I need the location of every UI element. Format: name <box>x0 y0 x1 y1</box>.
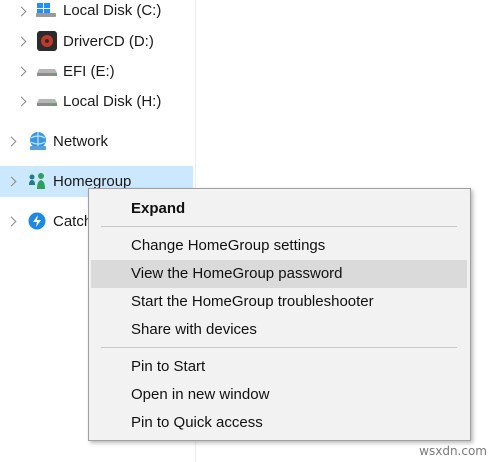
chevron-right-icon[interactable] <box>16 66 27 77</box>
tree-item-label: Local Disk (C:) <box>63 2 162 19</box>
menu-item-pin-to-quick-access[interactable]: Pin to Quick access <box>91 409 467 437</box>
tree-item-local-disk-h[interactable]: Local Disk (H:) <box>0 87 195 117</box>
tree-item-efi-e[interactable]: EFI (E:) <box>0 57 195 87</box>
chevron-right-icon[interactable] <box>6 216 17 227</box>
network-icon <box>30 132 46 150</box>
menu-item-change-homegroup-settings[interactable]: Change HomeGroup settings <box>91 232 467 260</box>
menu-item-share-with-devices[interactable]: Share with devices <box>91 316 467 344</box>
tree-item-drivercd-d[interactable]: DriverCD (D:) <box>0 27 195 57</box>
menu-item-label: Pin to Start <box>131 358 206 375</box>
homegroup-icon <box>29 173 45 189</box>
menu-item-label: Change HomeGroup settings <box>131 237 326 254</box>
menu-item-start-troubleshooter[interactable]: Start the HomeGroup troubleshooter <box>91 288 467 316</box>
menu-item-label: Start the HomeGroup troubleshooter <box>131 293 374 310</box>
chevron-right-icon[interactable] <box>16 36 27 47</box>
tree-item-label: DriverCD (D:) <box>63 33 154 50</box>
menu-item-label: Share with devices <box>131 321 257 338</box>
context-menu: Expand Change HomeGroup settings View th… <box>88 188 471 441</box>
catch-icon <box>28 212 46 230</box>
menu-item-expand[interactable]: Expand <box>91 195 467 223</box>
menu-item-label: View the HomeGroup password <box>131 265 343 282</box>
drive-icon <box>37 69 57 76</box>
drive-icon <box>37 99 57 106</box>
chevron-right-icon[interactable] <box>16 6 27 17</box>
tree-item-label: Catch <box>53 213 93 230</box>
menu-separator <box>101 226 457 227</box>
menu-item-label: Expand <box>131 200 186 217</box>
menu-item-view-homegroup-password[interactable]: View the HomeGroup password <box>91 260 467 288</box>
tree-item-label: EFI (E:) <box>63 63 115 80</box>
watermark: wsxdn.com <box>419 444 487 458</box>
menu-separator <box>101 347 457 348</box>
chevron-right-icon[interactable] <box>6 136 17 147</box>
menu-item-label: Pin to Quick access <box>131 414 263 431</box>
drivercd-icon <box>37 31 57 51</box>
chevron-right-icon[interactable] <box>6 176 17 187</box>
tree-item-label: Network <box>53 133 109 150</box>
windows-drive-icon <box>36 3 56 17</box>
menu-item-open-in-new-window[interactable]: Open in new window <box>91 381 467 409</box>
menu-item-label: Open in new window <box>131 386 270 403</box>
tree-item-label: Local Disk (H:) <box>63 93 162 110</box>
tree-item-network[interactable]: Network <box>0 127 195 157</box>
chevron-right-icon[interactable] <box>16 96 27 107</box>
tree-item-local-disk-c[interactable]: Local Disk (C:) <box>0 0 195 27</box>
menu-item-pin-to-start[interactable]: Pin to Start <box>91 353 467 381</box>
